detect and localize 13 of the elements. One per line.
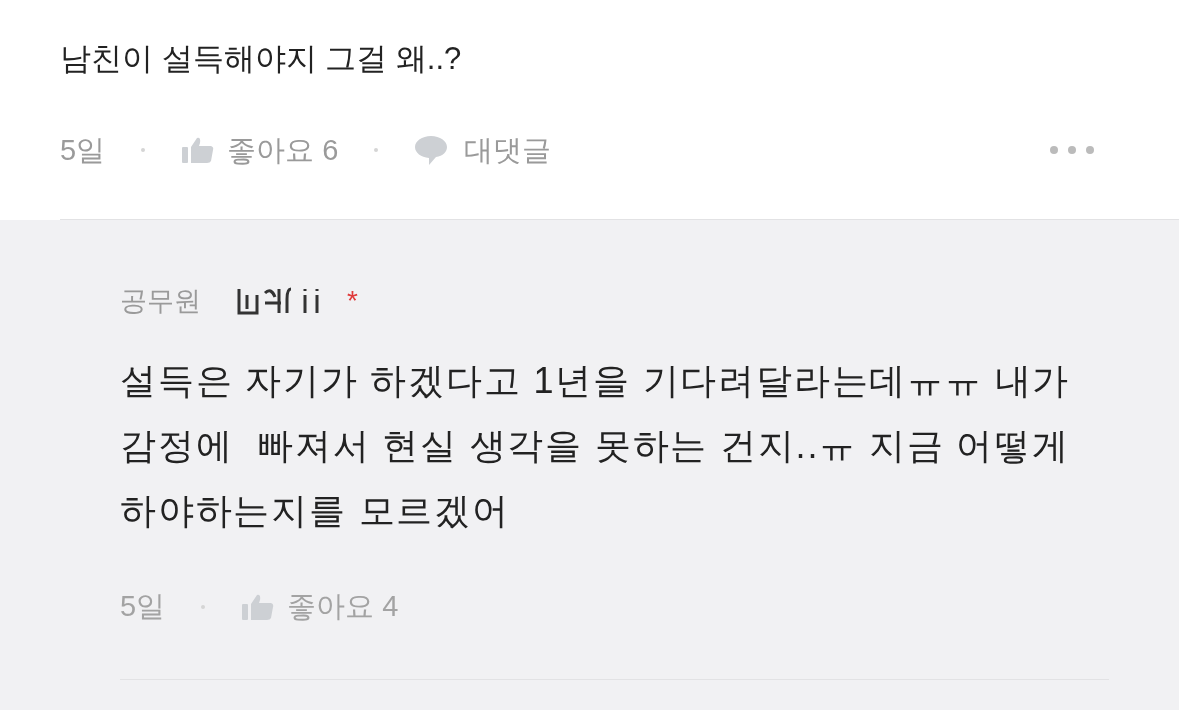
thumbs-up-icon: [241, 592, 276, 621]
more-options-icon[interactable]: [1049, 145, 1095, 156]
comment-time: 5일: [60, 132, 106, 168]
reply-author: 공무원: [120, 284, 201, 318]
speech-bubble-icon: [414, 134, 449, 167]
reply-time: 5일: [120, 589, 166, 624]
like-button[interactable]: 좋아요 4: [241, 585, 399, 629]
thumbs-up-icon: [181, 136, 216, 165]
reply-text: 설득은 자기가 하겠다고 1년을 기다려달라는데ㅠㅠ 내가 감정에 빠져서 현실 생각을 못하는 건지..ㅠ 지금 어떻게 하야하는지를 모르겠어: [120, 359, 1072, 533]
comment-text: 남친이 설득해야지 그걸 왜..?: [60, 40, 463, 78]
reply-button[interactable]: 대댓글: [414, 128, 552, 172]
like-button[interactable]: 좋아요 6: [181, 128, 339, 172]
required-asterisk: *: [347, 284, 358, 318]
